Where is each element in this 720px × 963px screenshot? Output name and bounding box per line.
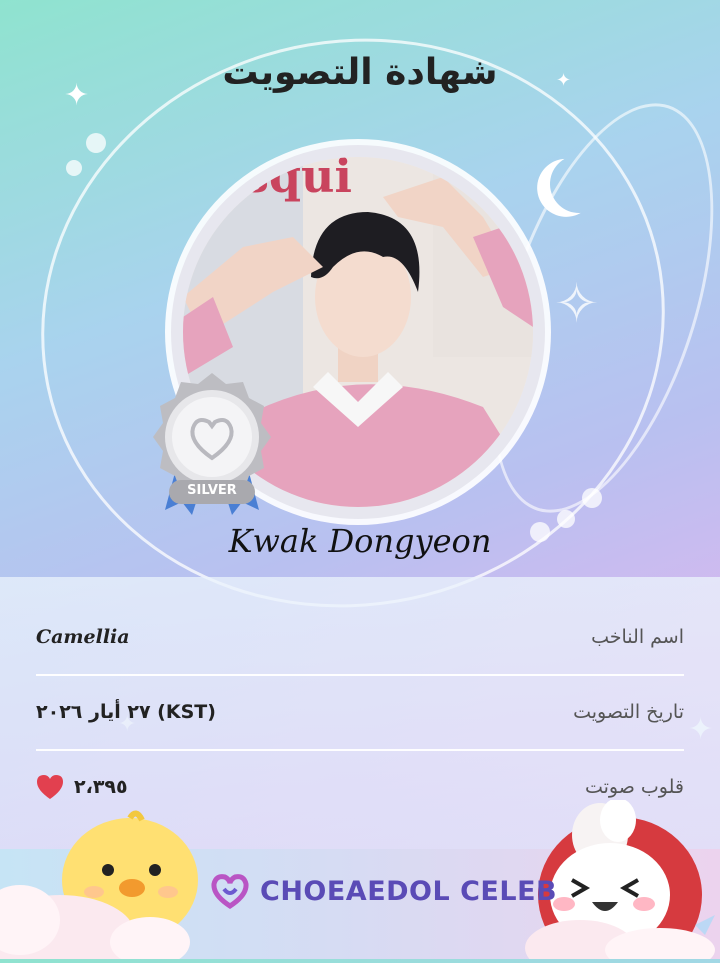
vote-date: ٢٧ أيار ٢٠٢٦ (KST) [36, 701, 216, 723]
celebrity-name: Kwak Dongyeon [228, 522, 492, 560]
date-label: تاريخ التصويت [573, 701, 684, 723]
hearts-label: قلوب صوتت [584, 776, 684, 798]
orbit-dot [66, 160, 82, 176]
voter-name: Camellia [36, 626, 130, 648]
heart-icon [37, 775, 63, 799]
badge-label: SILVER [187, 483, 237, 498]
certificate-title: شهادة التصويت [222, 52, 498, 93]
orbit-dot [582, 488, 602, 508]
sparkle-icon: ✧ [554, 272, 600, 335]
hearts-value-group: ٢،٣٩٥ [36, 774, 128, 800]
brand-name: CHOEAEDOL CELEB [260, 875, 558, 907]
orbit-dot [86, 133, 106, 153]
brand-logo[interactable]: CHOEAEDOL CELEB [210, 873, 557, 909]
hearts-count: ٢،٣٩٥ [74, 776, 128, 798]
date-row: ٢٧ أيار ٢٠٢٦ (KST) تاريخ التصويت [36, 675, 684, 749]
chick-character [0, 810, 200, 963]
voter-row: Camellia اسم الناخب [36, 600, 684, 674]
silver-badge-icon: SILVER [147, 370, 277, 520]
voter-label: اسم الناخب [591, 626, 684, 648]
brand-logo-icon [211, 874, 249, 909]
